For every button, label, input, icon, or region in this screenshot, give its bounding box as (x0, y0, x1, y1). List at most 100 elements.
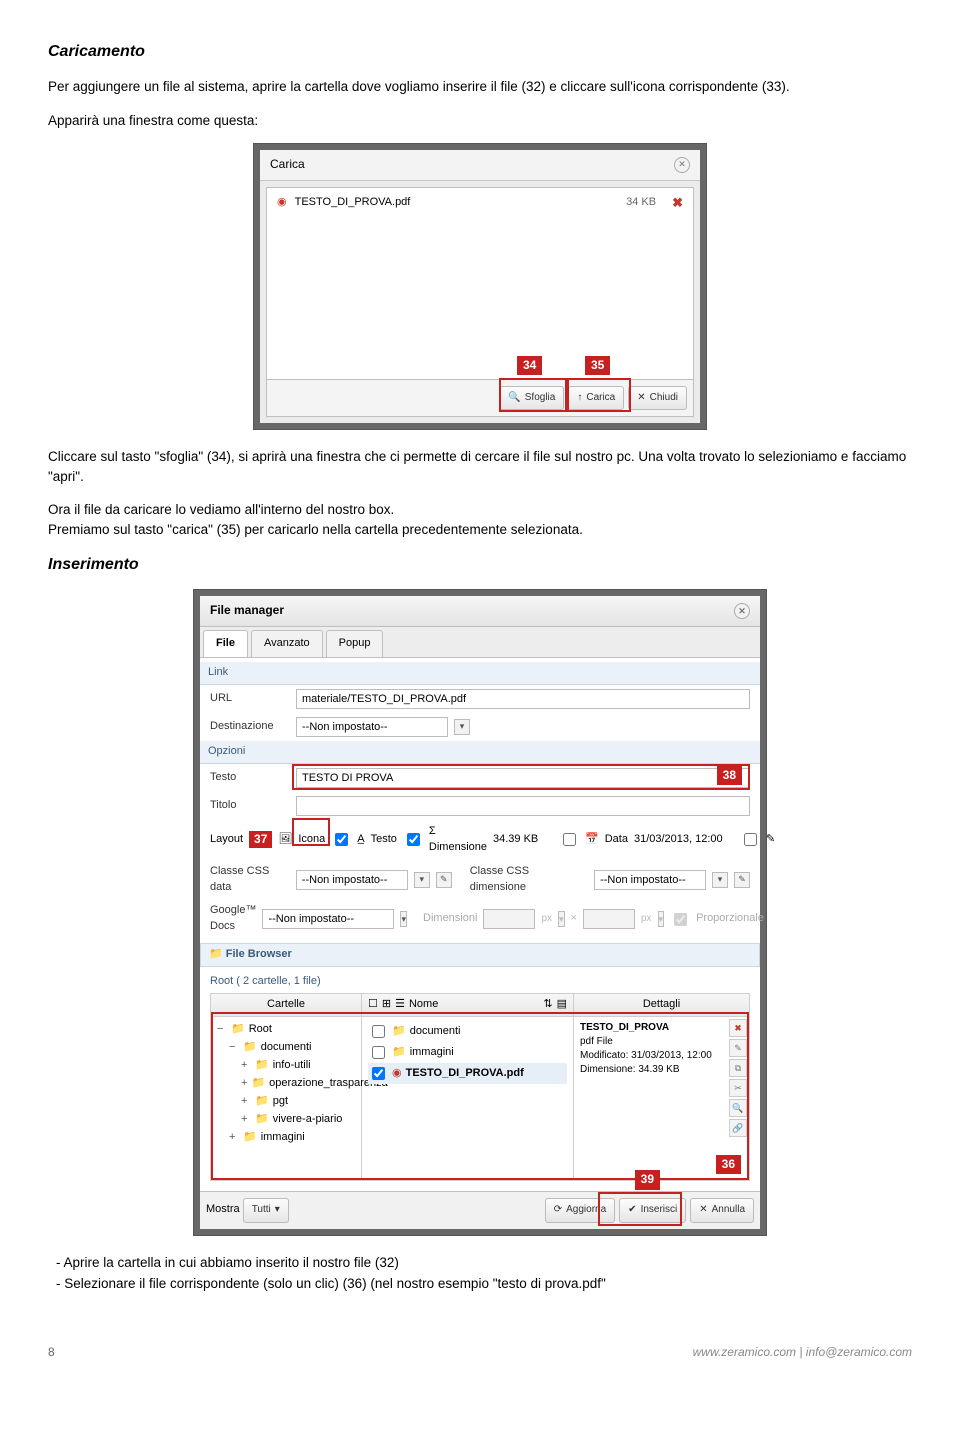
callout-36: 36 (716, 1155, 741, 1174)
screenshot-filemanager: File manager ✕ File Avanzato Popup Link … (194, 590, 766, 1234)
check-dim[interactable] (563, 833, 576, 846)
fm-footer: Mostra Tutti ▾ ⟳ Aggiorna ✔ Inserisci ✕ … (200, 1191, 760, 1229)
label-cssdata: Classe CSS data (210, 864, 290, 896)
input-h (583, 909, 635, 929)
close-icon[interactable]: ✕ (734, 603, 750, 619)
ae-icon: A̲ (357, 832, 364, 848)
label-cssdim: Classe CSS dimensione (470, 864, 588, 896)
col-nome: ☐ ⊞ ☰ Nome ⇅ ▤ 📁documenti 📁immagini ◉TES… (362, 994, 574, 1180)
folder-icon: 📁 (209, 948, 223, 960)
fm-body: Link URL materiale/TESTO_DI_PROVA.pdf De… (200, 658, 760, 1191)
close-icon: ✕ (699, 1203, 707, 1218)
icona-icon: 🖼 (278, 832, 292, 848)
row-gdocs: Google™ Docs --Non impostato-- ▾ Dimensi… (210, 899, 750, 939)
select-cssdim[interactable]: --Non impostato-- (594, 870, 706, 890)
input-data[interactable]: 31/03/2013, 12:00 (634, 832, 734, 848)
carica-body: ◉ TESTO_DI_PROVA.pdf 34 KB ✖ 🔍 Sfoglia ↑… (266, 187, 694, 417)
mostra-value: Tutti (252, 1203, 271, 1218)
callout-39-box (598, 1192, 682, 1226)
link-section: Link (200, 662, 760, 685)
annulla-label: Annulla (712, 1203, 745, 1218)
checkbox-icon[interactable]: ☐ (368, 997, 378, 1013)
edit-icon[interactable]: ✎ (766, 832, 775, 848)
tab-file[interactable]: File (203, 630, 248, 657)
label-titolo: Titolo (210, 798, 290, 814)
edit-icon[interactable]: ✎ (436, 872, 452, 888)
label-layout: Layout (210, 832, 243, 848)
callout-37-box (292, 818, 330, 846)
edit-icon[interactable]: ✎ (734, 872, 750, 888)
carica-button-bar: 🔍 Sfoglia ↑ Carica ✕ Chiudi 34 35 (267, 379, 693, 417)
delete-icon[interactable]: ✖ (672, 194, 683, 213)
row-testo: Testo TESTO DI PROVA 38 (210, 764, 750, 792)
calendar-icon: 📅 (585, 832, 599, 848)
tab-popup[interactable]: Popup (326, 630, 384, 657)
check-icona[interactable] (335, 833, 348, 846)
sort-icon[interactable]: ⇅ (543, 997, 552, 1013)
select-cssdata[interactable]: --Non impostato-- (296, 870, 408, 890)
heading-inserimento: Inserimento (48, 553, 912, 576)
view-list-icon[interactable]: ☰ (395, 997, 405, 1013)
chiudi-button[interactable]: ✕ Chiudi (628, 386, 687, 411)
check-data[interactable] (744, 833, 757, 846)
row-layout: Layout 37 🖼 Icona A̲ Testo Σ Dimensione … (210, 820, 750, 860)
check-prop (674, 913, 687, 926)
dropdown-icon: ▾ (658, 911, 665, 927)
opzioni-section: Opzioni (200, 741, 760, 764)
label-data: Data (605, 832, 628, 848)
callout-35-box (567, 378, 631, 412)
page-footer: 8 www.zeramico.com | info@zeramico.com (48, 1344, 912, 1361)
select-gdocs[interactable]: --Non impostato-- (262, 909, 394, 929)
pdf-icon: ◉ (277, 195, 287, 211)
check-testo[interactable] (407, 833, 420, 846)
para-2: Apparirà una finestra come questa: (48, 111, 912, 131)
select-dest[interactable]: --Non impostato-- (296, 717, 448, 737)
row-url: URL materiale/TESTO_DI_PROVA.pdf (210, 685, 750, 713)
root-line: Root ( 2 cartelle, 1 file) (210, 971, 750, 993)
refresh-icon: ⟳ (554, 1203, 562, 1218)
input-url[interactable]: materiale/TESTO_DI_PROVA.pdf (296, 689, 750, 709)
fm-titlebar: File manager ✕ (200, 596, 760, 626)
fm-title: File manager (210, 602, 284, 619)
label-px2: px (641, 912, 652, 927)
label-testo: Testo (210, 770, 290, 786)
input-w (483, 909, 535, 929)
row-titolo: Titolo (210, 792, 750, 820)
close-icon[interactable]: ✕ (674, 157, 690, 173)
dropdown-icon[interactable]: ▾ (400, 911, 407, 927)
select-mostra[interactable]: Tutti ▾ (243, 1198, 289, 1223)
label-dest: Destinazione (210, 719, 290, 735)
head-nome: Nome (409, 997, 539, 1013)
dropdown-icon[interactable]: ▾ (454, 719, 470, 735)
screenshot-carica: Carica ✕ ◉ TESTO_DI_PROVA.pdf 34 KB ✖ 🔍 … (254, 144, 706, 429)
callout-35: 35 (585, 356, 610, 375)
para-3b: Ora il file da caricare lo vediamo all'i… (48, 500, 912, 520)
callout-38-box (292, 764, 750, 790)
label-dims: Dimensioni (423, 911, 477, 927)
row-css: Classe CSS data --Non impostato-- ▾ ✎ Cl… (210, 860, 750, 900)
view-icon[interactable]: ⊞ (382, 997, 391, 1013)
callout-36-box (211, 1012, 749, 1180)
callout-37: 37 (249, 831, 272, 848)
label-gdocs: Google™ Docs (210, 903, 256, 935)
bullet-1: - Aprire la cartella in cui abbiamo inse… (78, 1253, 912, 1273)
input-titolo[interactable] (296, 796, 750, 816)
uploaded-file-row: ◉ TESTO_DI_PROVA.pdf 34 KB ✖ (267, 188, 693, 219)
fm-tabs: File Avanzato Popup (200, 627, 760, 658)
callout-34-box (499, 378, 567, 412)
label-mostra: Mostra (206, 1203, 240, 1215)
tab-avanzato[interactable]: Avanzato (251, 630, 323, 657)
row-dest: Destinazione --Non impostato-- ▾ (210, 713, 750, 741)
file-size: 34 KB (626, 195, 656, 211)
dropdown-icon[interactable]: ▾ (414, 872, 430, 888)
filter-icon[interactable]: ▤ (557, 997, 567, 1013)
input-dim[interactable]: 34.39 KB (493, 832, 553, 848)
dropdown-icon[interactable]: ▾ (712, 872, 728, 888)
chiudi-label: Chiudi (650, 391, 678, 406)
chevron-down-icon: ▾ (275, 1203, 280, 1218)
carica-title: Carica (270, 156, 305, 173)
annulla-button[interactable]: ✕ Annulla (690, 1198, 754, 1223)
para-1: Per aggiungere un file al sistema, aprir… (48, 77, 912, 97)
bullet-2: - Selezionare il file corrispondente (so… (78, 1274, 912, 1294)
close-icon: ✕ (637, 391, 645, 406)
